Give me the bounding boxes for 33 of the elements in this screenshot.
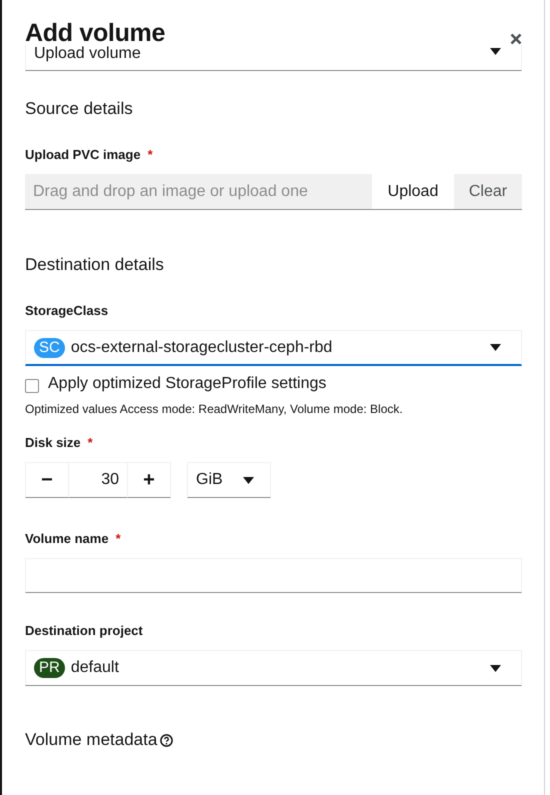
section-heading: Destination details	[25, 255, 165, 275]
upload-button[interactable]: Upload	[372, 174, 454, 209]
close-icon[interactable]	[510, 33, 522, 45]
resource-badge: SC	[34, 338, 65, 358]
increment-button[interactable]: +	[127, 462, 171, 498]
select-toggle[interactable]: SC ocs-external-storagecluster-ceph-rbd	[25, 330, 522, 366]
checkbox-label[interactable]: Apply optimized StorageProfile settings	[48, 375, 326, 393]
decrement-button[interactable]: −	[25, 462, 69, 498]
resource-badge: PR	[34, 658, 65, 678]
required-mark: *	[148, 147, 153, 162]
caret-icon	[490, 48, 501, 55]
caret-icon	[490, 664, 501, 672]
input-field[interactable]	[25, 558, 522, 593]
section-heading: Source details	[25, 99, 134, 119]
field-label: Volume name	[25, 531, 109, 546]
file-upload-field[interactable]: Drag and drop an image or upload one Upload Clear	[25, 174, 522, 210]
required-mark: *	[116, 531, 121, 546]
required-mark: *	[88, 435, 93, 450]
select-toggle[interactable]: Upload volume	[25, 45, 522, 71]
checkbox[interactable]	[25, 379, 39, 393]
field-label: Disk size	[25, 435, 81, 450]
caret-icon	[490, 344, 501, 351]
modal-title: Add volume	[25, 19, 166, 47]
unit-select[interactable]: GiB	[187, 462, 271, 498]
helper-text: Optimized values Access mode: ReadWriteMany, Volume mode: Block.	[25, 402, 404, 416]
field-label: Destination project	[25, 623, 143, 638]
number-input[interactable]: 30	[69, 462, 127, 498]
caret-icon	[243, 476, 254, 484]
field-label: Upload PVC image	[25, 147, 141, 162]
help-icon[interactable]	[160, 734, 174, 746]
select-toggle[interactable]: PR default	[25, 650, 522, 686]
section-heading: Volume metadata	[25, 730, 158, 750]
field-label: StorageClass	[25, 303, 108, 318]
